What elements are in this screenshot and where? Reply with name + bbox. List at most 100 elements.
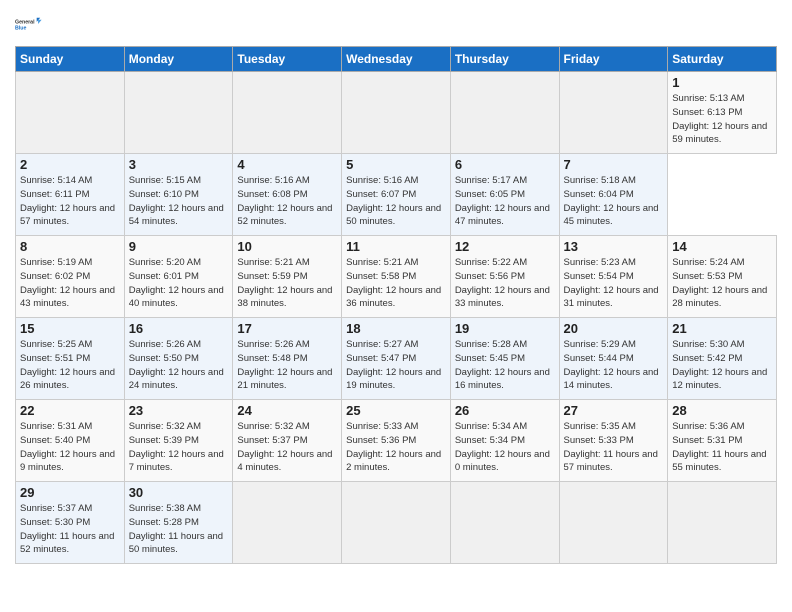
empty-cell (124, 72, 233, 154)
day-number: 18 (346, 321, 446, 336)
calendar-day-cell: 24Sunrise: 5:32 AMSunset: 5:37 PMDayligh… (233, 400, 342, 482)
calendar-day-cell: 4 Sunrise: 5:16 AMSunset: 6:08 PMDaylight… (233, 154, 342, 236)
day-number: 30 (129, 485, 229, 500)
day-number: 15 (20, 321, 120, 336)
day-number: 24 (237, 403, 337, 418)
day-info: Sunrise: 5:28 AMSunset: 5:45 PMDaylight:… (455, 338, 555, 393)
day-number: 19 (455, 321, 555, 336)
calendar-day-cell: 21 Sunrise: 5:30 AMSunset: 5:42 PMDayligh… (668, 318, 777, 400)
day-info: Sunrise: 5:32 AMSunset: 5:39 PMDaylight:… (129, 420, 229, 475)
day-number: 22 (20, 403, 120, 418)
svg-text:General: General (15, 19, 35, 25)
col-tuesday: Tuesday (233, 47, 342, 72)
day-info: Sunrise: 5:27 AMSunset: 5:47 PMDaylight:… (346, 338, 446, 393)
calendar-week-row: 29 Sunrise: 5:37 AMSunset: 5:30 PMDayligh… (16, 482, 777, 564)
day-number: 14 (672, 239, 772, 254)
day-number: 1 (672, 75, 772, 90)
day-number: 7 (564, 157, 664, 172)
page-header: GeneralBlue (15, 10, 777, 38)
calendar-day-cell: 29 Sunrise: 5:37 AMSunset: 5:30 PMDayligh… (16, 482, 125, 564)
day-info: Sunrise: 5:23 AMSunset: 5:54 PMDaylight:… (564, 256, 664, 311)
day-info: Sunrise: 5:20 AMSunset: 6:01 PMDaylight:… (129, 256, 229, 311)
col-sunday: Sunday (16, 47, 125, 72)
day-number: 27 (564, 403, 664, 418)
day-info: Sunrise: 5:30 AMSunset: 5:42 PMDaylight:… (672, 338, 772, 393)
calendar-day-cell: 18 Sunrise: 5:27 AMSunset: 5:47 PMDayligh… (342, 318, 451, 400)
calendar-day-cell: 3 Sunrise: 5:15 AMSunset: 6:10 PMDaylight… (124, 154, 233, 236)
header-row: Sunday Monday Tuesday Wednesday Thursday… (16, 47, 777, 72)
calendar-day-cell: 26 Sunrise: 5:34 AMSunset: 5:34 PMDayligh… (450, 400, 559, 482)
day-info: Sunrise: 5:38 AMSunset: 5:28 PMDaylight:… (129, 502, 229, 557)
day-info: Sunrise: 5:37 AMSunset: 5:30 PMDaylight:… (20, 502, 120, 557)
calendar-day-cell: 11Sunrise: 5:21 AMSunset: 5:58 PMDayligh… (342, 236, 451, 318)
day-number: 17 (237, 321, 337, 336)
calendar-day-cell: 30 Sunrise: 5:38 AMSunset: 5:28 PMDayligh… (124, 482, 233, 564)
day-info: Sunrise: 5:17 AMSunset: 6:05 PMDaylight:… (455, 174, 555, 229)
day-number: 9 (129, 239, 229, 254)
calendar-day-cell: 16Sunrise: 5:26 AMSunset: 5:50 PMDayligh… (124, 318, 233, 400)
day-info: Sunrise: 5:13 AMSunset: 6:13 PMDaylight:… (672, 92, 772, 147)
empty-cell (450, 72, 559, 154)
day-number: 2 (20, 157, 120, 172)
day-number: 6 (455, 157, 555, 172)
empty-cell (342, 72, 451, 154)
calendar-day-cell (233, 482, 342, 564)
calendar-day-cell: 19 Sunrise: 5:28 AMSunset: 5:45 PMDayligh… (450, 318, 559, 400)
calendar-week-row: 22Sunrise: 5:31 AMSunset: 5:40 PMDayligh… (16, 400, 777, 482)
day-info: Sunrise: 5:24 AMSunset: 5:53 PMDaylight:… (672, 256, 772, 311)
day-number: 12 (455, 239, 555, 254)
calendar-day-cell: 20 Sunrise: 5:29 AMSunset: 5:44 PMDayligh… (559, 318, 668, 400)
day-info: Sunrise: 5:14 AMSunset: 6:11 PMDaylight:… (20, 174, 120, 229)
day-number: 5 (346, 157, 446, 172)
calendar-day-cell: 6 Sunrise: 5:17 AMSunset: 6:05 PMDaylight… (450, 154, 559, 236)
day-number: 4 (237, 157, 337, 172)
calendar-week-row: 8 Sunrise: 5:19 AMSunset: 6:02 PMDaylight… (16, 236, 777, 318)
calendar-week-row: 1 Sunrise: 5:13 AMSunset: 6:13 PMDaylight… (16, 72, 777, 154)
day-info: Sunrise: 5:19 AMSunset: 6:02 PMDaylight:… (20, 256, 120, 311)
day-info: Sunrise: 5:21 AMSunset: 5:59 PMDaylight:… (237, 256, 337, 311)
day-number: 8 (20, 239, 120, 254)
calendar-day-cell: 2 Sunrise: 5:14 AMSunset: 6:11 PMDaylight… (16, 154, 125, 236)
day-info: Sunrise: 5:29 AMSunset: 5:44 PMDaylight:… (564, 338, 664, 393)
day-info: Sunrise: 5:26 AMSunset: 5:48 PMDaylight:… (237, 338, 337, 393)
svg-text:Blue: Blue (15, 26, 26, 32)
day-number: 10 (237, 239, 337, 254)
empty-cell (16, 72, 125, 154)
col-friday: Friday (559, 47, 668, 72)
day-info: Sunrise: 5:33 AMSunset: 5:36 PMDaylight:… (346, 420, 446, 475)
calendar-day-cell: 17 Sunrise: 5:26 AMSunset: 5:48 PMDayligh… (233, 318, 342, 400)
calendar-day-cell (668, 482, 777, 564)
calendar-day-cell (450, 482, 559, 564)
page-container: GeneralBlue Sunday Monday Tuesday Wednes… (0, 0, 792, 574)
col-monday: Monday (124, 47, 233, 72)
calendar-day-cell: 27 Sunrise: 5:35 AMSunset: 5:33 PMDayligh… (559, 400, 668, 482)
calendar-day-cell (342, 482, 451, 564)
day-info: Sunrise: 5:22 AMSunset: 5:56 PMDaylight:… (455, 256, 555, 311)
day-info: Sunrise: 5:15 AMSunset: 6:10 PMDaylight:… (129, 174, 229, 229)
logo-icon: GeneralBlue (15, 10, 43, 38)
day-info: Sunrise: 5:36 AMSunset: 5:31 PMDaylight:… (672, 420, 772, 475)
day-info: Sunrise: 5:16 AMSunset: 6:08 PMDaylight:… (237, 174, 337, 229)
day-number: 3 (129, 157, 229, 172)
calendar-day-cell: 22Sunrise: 5:31 AMSunset: 5:40 PMDayligh… (16, 400, 125, 482)
day-number: 20 (564, 321, 664, 336)
calendar-day-cell: 8 Sunrise: 5:19 AMSunset: 6:02 PMDaylight… (16, 236, 125, 318)
logo: GeneralBlue (15, 10, 43, 38)
day-number: 25 (346, 403, 446, 418)
col-wednesday: Wednesday (342, 47, 451, 72)
day-number: 26 (455, 403, 555, 418)
calendar-table: Sunday Monday Tuesday Wednesday Thursday… (15, 46, 777, 564)
day-info: Sunrise: 5:25 AMSunset: 5:51 PMDaylight:… (20, 338, 120, 393)
col-saturday: Saturday (668, 47, 777, 72)
empty-cell (233, 72, 342, 154)
calendar-day-cell: 14 Sunrise: 5:24 AMSunset: 5:53 PMDayligh… (668, 236, 777, 318)
day-info: Sunrise: 5:21 AMSunset: 5:58 PMDaylight:… (346, 256, 446, 311)
day-info: Sunrise: 5:18 AMSunset: 6:04 PMDaylight:… (564, 174, 664, 229)
day-info: Sunrise: 5:34 AMSunset: 5:34 PMDaylight:… (455, 420, 555, 475)
day-number: 29 (20, 485, 120, 500)
day-number: 28 (672, 403, 772, 418)
calendar-day-cell (559, 482, 668, 564)
calendar-day-cell: 10 Sunrise: 5:21 AMSunset: 5:59 PMDayligh… (233, 236, 342, 318)
day-info: Sunrise: 5:35 AMSunset: 5:33 PMDaylight:… (564, 420, 664, 475)
day-number: 21 (672, 321, 772, 336)
